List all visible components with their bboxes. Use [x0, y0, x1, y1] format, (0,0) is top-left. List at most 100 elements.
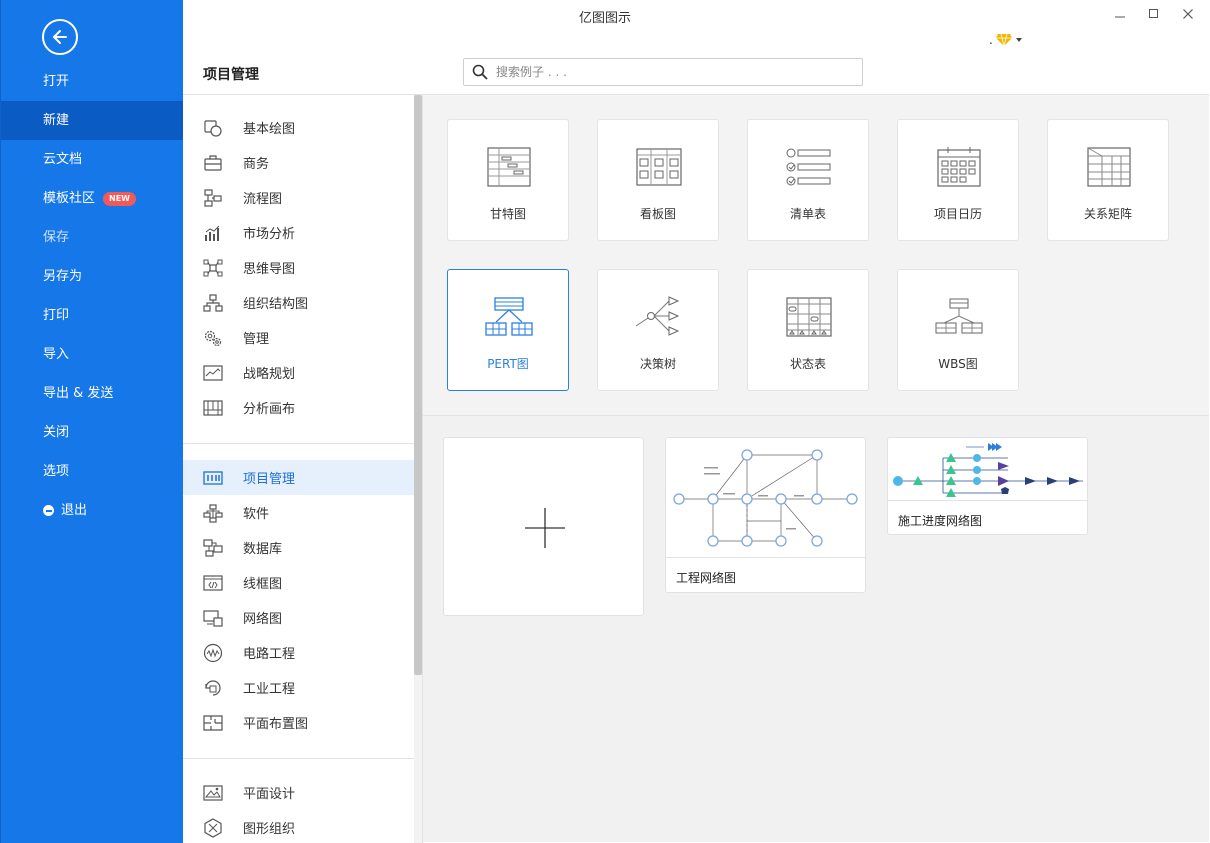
title-bar: 亿图图示	[183, 0, 1210, 30]
back-arrow-icon	[53, 30, 67, 44]
category-label: 战略规划	[243, 367, 296, 382]
category-label: 工业工程	[243, 682, 296, 697]
category-label: 思维导图	[243, 262, 296, 277]
category-graphic-design[interactable]: 平面设计	[183, 775, 414, 810]
plus-icon	[525, 508, 565, 548]
category-industrial[interactable]: 工业工程	[183, 670, 414, 705]
new-blank-card[interactable]	[443, 437, 644, 616]
menu-label: 打印	[43, 308, 70, 323]
category-software[interactable]: 软件	[183, 495, 414, 530]
template-project-calendar[interactable]: 项目日历	[897, 119, 1019, 241]
back-button[interactable]	[42, 19, 78, 55]
example-label: 工程网络图	[676, 571, 737, 585]
template-relation-matrix[interactable]: 关系矩阵	[1047, 119, 1169, 241]
category-business[interactable]: 商务	[183, 145, 414, 180]
window-title: 亿图图示	[578, 11, 631, 26]
template-label: 清单表	[789, 207, 826, 221]
file-menu-panel: 打开 新建 云文档 模板社区 NEW 保存 另存为 打印 导入 导出 & 发送 关…	[0, 0, 184, 843]
category-graphic-organizer[interactable]: 图形组织	[183, 810, 414, 843]
minimize-button[interactable]	[1110, 5, 1130, 23]
category-management[interactable]: 管理	[183, 320, 414, 355]
category-mind-map[interactable]: 思维导图	[183, 250, 414, 285]
decision-tree-template-icon	[635, 296, 680, 336]
scrollbar-thumb[interactable]	[414, 95, 422, 675]
template-pert[interactable]: PERT图	[447, 269, 569, 391]
menu-label: 保存	[43, 230, 70, 245]
category-market-analysis[interactable]: 市场分析	[183, 215, 414, 250]
graphic-design-icon	[203, 785, 223, 801]
category-project-management[interactable]: 项目管理	[183, 460, 414, 495]
template-wbs[interactable]: WBS图	[897, 269, 1019, 391]
menu-import[interactable]: 导入	[1, 335, 184, 374]
gears-icon	[204, 330, 222, 347]
search-icon	[472, 64, 488, 80]
template-checklist[interactable]: 清单表	[747, 119, 869, 241]
category-divider	[183, 443, 414, 444]
category-analysis-canvas[interactable]: 分析画布	[183, 390, 414, 425]
menu-cloud-docs[interactable]: 云文档	[1, 140, 184, 179]
menu-save-as[interactable]: 另存为	[1, 257, 184, 296]
category-org-chart[interactable]: 组织结构图	[183, 285, 414, 320]
page-title: 项目管理	[203, 67, 259, 83]
premium-button[interactable]: .	[989, 33, 1023, 47]
category-floor-plan[interactable]: 平面布置图	[183, 705, 414, 740]
category-label: 电路工程	[243, 647, 296, 662]
category-list: 基本绘图 商务 流程图 市场分析 思维导图 组织结构图 管理 战略规划 分析画布…	[183, 95, 414, 843]
construction-schedule-thumbnail	[893, 443, 1083, 497]
maximize-button[interactable]	[1144, 5, 1164, 23]
menu-print[interactable]: 打印	[1, 296, 184, 335]
menu-export-send[interactable]: 导出 & 发送	[1, 374, 184, 413]
menu-exit[interactable]: 退出	[1, 491, 184, 530]
example-engineering-network[interactable]: 工程网络图	[665, 437, 866, 593]
category-label: 线框图	[243, 577, 283, 592]
diamond-icon	[995, 33, 1012, 47]
close-window-button[interactable]	[1178, 5, 1198, 23]
menu-template-community[interactable]: 模板社区 NEW	[1, 179, 184, 218]
minimize-icon	[1115, 16, 1125, 18]
category-database[interactable]: 数据库	[183, 530, 414, 565]
close-icon	[1183, 9, 1193, 19]
category-network[interactable]: 网络图	[183, 600, 414, 635]
category-circuit[interactable]: 电路工程	[183, 635, 414, 670]
search-input[interactable]	[496, 65, 836, 79]
category-flowchart[interactable]: 流程图	[183, 180, 414, 215]
template-grid: 甘特图 看板图 清单表 项目日历 关系矩阵 PERT图 决策树 状态表 WBS图	[423, 95, 1209, 415]
category-label: 项目管理	[243, 472, 296, 487]
menu-save[interactable]: 保存	[1, 218, 184, 257]
example-construction-schedule[interactable]: 施工进度网络图	[887, 437, 1088, 535]
category-label: 平面设计	[243, 787, 296, 802]
network-icon	[203, 610, 223, 627]
template-gantt[interactable]: 甘特图	[447, 119, 569, 241]
menu-label: 新建	[43, 113, 70, 128]
template-label: 看板图	[639, 207, 676, 221]
circuit-icon	[203, 643, 223, 663]
search-box[interactable]	[463, 58, 863, 86]
menu-close[interactable]: 关闭	[1, 413, 184, 452]
category-strategy[interactable]: 战略规划	[183, 355, 414, 390]
gantt-icon	[203, 471, 223, 485]
card-divider	[666, 557, 865, 558]
category-label: 软件	[243, 507, 270, 522]
gantt-template-icon	[487, 147, 531, 187]
template-status-table[interactable]: 状态表	[747, 269, 869, 391]
menu-label: 关闭	[43, 425, 70, 440]
template-kanban[interactable]: 看板图	[597, 119, 719, 241]
menu-open[interactable]: 打开	[1, 62, 184, 101]
premium-dot: .	[989, 33, 993, 47]
menu-new[interactable]: 新建	[1, 101, 184, 140]
floorplan-icon	[203, 715, 223, 731]
category-label: 管理	[243, 332, 270, 347]
category-scrollbar[interactable]	[414, 95, 422, 843]
new-badge: NEW	[103, 191, 136, 206]
category-basic-drawing[interactable]: 基本绘图	[183, 110, 414, 145]
menu-label: 模板社区	[43, 191, 96, 206]
template-decision-tree[interactable]: 决策树	[597, 269, 719, 391]
category-divider	[183, 758, 414, 759]
category-wireframe[interactable]: 线框图	[183, 565, 414, 600]
industrial-icon	[205, 680, 221, 696]
menu-options[interactable]: 选项	[1, 452, 184, 491]
menu-label: 云文档	[43, 152, 83, 167]
status-table-template-icon	[786, 297, 832, 337]
template-label: 关系矩阵	[1083, 207, 1132, 221]
example-label: 施工进度网络图	[898, 514, 983, 528]
